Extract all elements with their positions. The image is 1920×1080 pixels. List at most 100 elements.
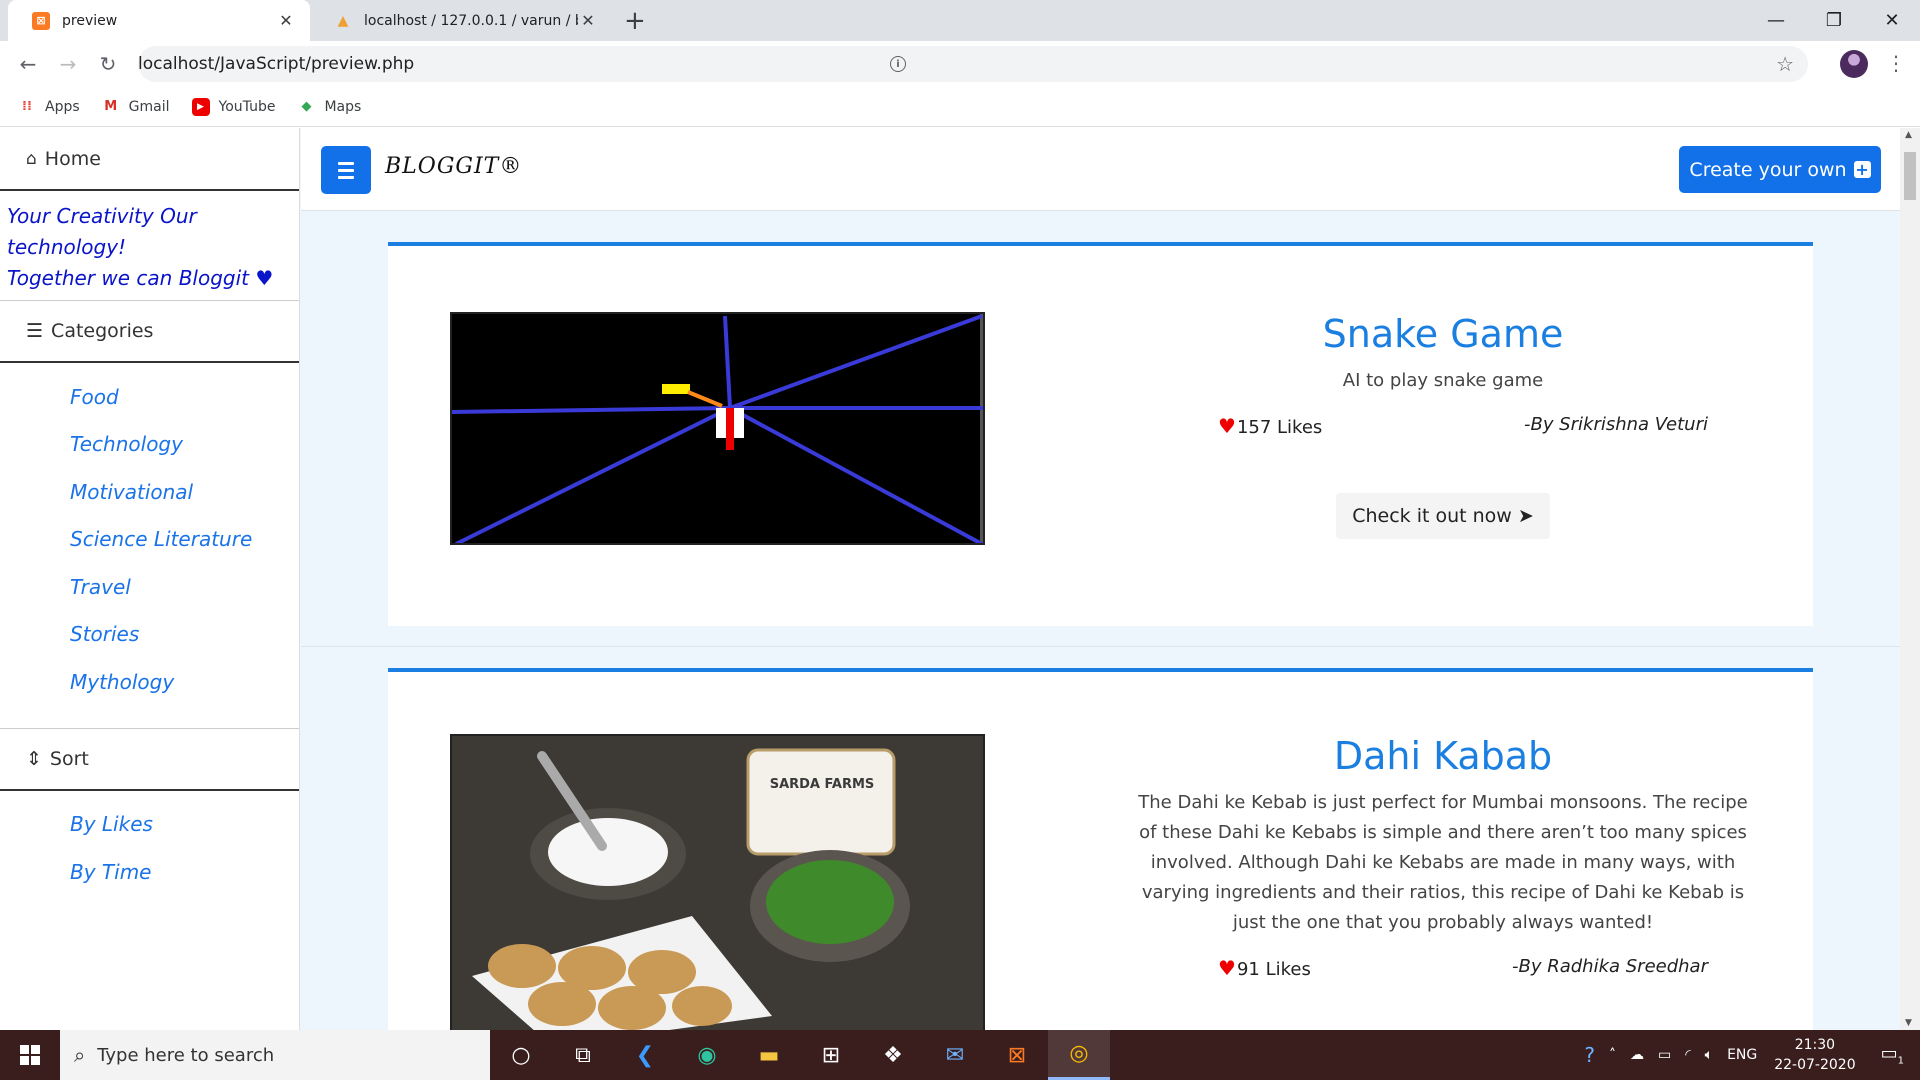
battery-icon[interactable]: ▭ (1658, 1047, 1671, 1063)
bookmark-apps[interactable]: ⁞⁞ Apps (18, 98, 80, 116)
snake-game-screenshot (452, 314, 983, 543)
mail-icon[interactable]: ✉ (924, 1030, 986, 1080)
browser-toolbar: ← → ↻ i localhost/JavaScript/preview.php… (0, 41, 1920, 87)
minimize-button[interactable]: — (1748, 0, 1804, 41)
tab-preview[interactable]: ⊠ preview ✕ (8, 0, 310, 41)
scroll-down-icon[interactable]: ▼ (1905, 1018, 1912, 1028)
xampp-icon[interactable]: ⊠ (986, 1030, 1048, 1080)
post-description: The Dahi ke Kebab is just perfect for Mu… (1138, 792, 1748, 933)
wifi-icon[interactable]: ◜ (1685, 1047, 1690, 1063)
youtube-icon: ▶ (191, 97, 210, 116)
category-science-literature[interactable]: Science Literature (70, 516, 299, 564)
notification-count: 1 (1897, 1055, 1904, 1067)
sidebar-categories-header[interactable]: ☰ Categories (0, 300, 299, 363)
hamburger-menu-button[interactable] (321, 146, 371, 194)
check-it-out-button[interactable]: Check it out now ➤ (1336, 493, 1550, 539)
sort-by-likes[interactable]: By Likes (70, 801, 299, 849)
volume-icon[interactable]: 🔈︎ (1705, 1047, 1713, 1063)
brand-logo[interactable]: BLOGGIT® (385, 154, 522, 179)
site-info-icon[interactable]: i (890, 56, 906, 72)
sort-by-time[interactable]: By Time (70, 848, 299, 896)
address-bar[interactable]: i localhost/JavaScript/preview.php ☆ (138, 46, 1808, 82)
create-your-own-button[interactable]: Create your own + (1679, 146, 1881, 193)
url-text[interactable]: localhost/JavaScript/preview.php (138, 54, 1776, 74)
clock-date: 22-07-2020 (1774, 1057, 1856, 1073)
bookmark-gmail[interactable]: M Gmail (102, 98, 170, 116)
clock-time: 21:30 (1794, 1037, 1836, 1053)
post-card: Snake Game AI to play snake game ♥157 Li… (388, 242, 1813, 626)
heart-icon: ♥ (1218, 414, 1236, 438)
list-icon: ☰ (26, 320, 44, 342)
bookmarks-bar: ⁞⁞ Apps M Gmail ▶ YouTube ◆ Maps (0, 87, 1920, 127)
edge-icon[interactable]: ◉ (676, 1030, 738, 1080)
task-view-icon[interactable]: ⧉ (552, 1030, 614, 1080)
sort-icon: ⇕ (26, 747, 42, 770)
category-travel[interactable]: Travel (70, 563, 299, 611)
heart-icon: ♥ (255, 266, 274, 290)
store-icon[interactable]: ⊞ (800, 1030, 862, 1080)
more-menu-icon[interactable]: ⋮ (1886, 51, 1906, 75)
post-author: -By Radhika Sreedhar (1511, 956, 1708, 977)
tab-title: localhost / 127.0.0.1 / varun / blo (364, 12, 578, 29)
close-tab-icon[interactable]: ✕ (276, 11, 296, 30)
maximize-button[interactable]: ❐ (1806, 0, 1862, 41)
page-scrollbar[interactable]: ▲ ▼ (1900, 128, 1920, 1030)
taskbar-search[interactable]: ⌕ Type here to search (60, 1030, 490, 1080)
file-explorer-icon[interactable]: ▬ (738, 1030, 800, 1080)
profile-avatar[interactable] (1840, 50, 1868, 78)
bookmark-maps[interactable]: ◆ Maps (297, 98, 361, 116)
post-description: AI to play snake game (1342, 370, 1544, 391)
close-window-button[interactable]: ✕ (1864, 0, 1920, 41)
chevron-up-icon[interactable]: ˄ (1609, 1047, 1616, 1063)
scroll-up-icon[interactable]: ▲ (1905, 130, 1912, 140)
heart-icon: ♥ (1218, 956, 1236, 980)
post-thumbnail-dahi-kabab[interactable]: SARDA FARMS (450, 734, 985, 1030)
scrollbar-thumb[interactable] (1904, 152, 1916, 200)
category-technology[interactable]: Technology (70, 421, 299, 469)
dropbox-icon[interactable]: ❖ (862, 1030, 924, 1080)
bookmark-label: Gmail (128, 98, 170, 115)
post-title[interactable]: Dahi Kabab (1128, 734, 1758, 778)
new-tab-button[interactable]: + (624, 6, 646, 36)
sort-list: By Likes By Time (0, 791, 299, 918)
clock[interactable]: 21:30 22-07-2020 (1774, 1035, 1855, 1075)
cortana-icon[interactable]: ○ (490, 1030, 552, 1080)
sidebar-sort-header[interactable]: ⇕ Sort (0, 727, 299, 791)
reload-icon[interactable]: ↻ (94, 50, 122, 78)
back-arrow-icon[interactable]: ← (14, 50, 42, 78)
tab-phpmyadmin[interactable]: ▲ localhost / 127.0.0.1 / varun / blo ✕ (310, 0, 612, 41)
category-motivational[interactable]: Motivational (70, 468, 299, 516)
onedrive-icon[interactable]: ☁ (1630, 1047, 1644, 1063)
bookmark-youtube[interactable]: ▶ YouTube (191, 97, 275, 116)
post-thumbnail-snake-game[interactable] (450, 312, 985, 545)
vscode-icon[interactable]: ❮ (614, 1030, 676, 1080)
language-indicator[interactable]: ENG (1727, 1047, 1757, 1063)
post-card: SARDA FARMS Dahi Kabab The Dahi ke Kebab… (388, 668, 1813, 1030)
category-stories[interactable]: Stories (70, 611, 299, 659)
tab-title: preview (62, 12, 118, 29)
categories-title: Categories (51, 320, 154, 342)
maps-icon: ◆ (301, 99, 312, 114)
xampp-favicon-icon: ⊠ (32, 11, 50, 30)
category-mythology[interactable]: Mythology (70, 658, 299, 706)
windows-taskbar: ⌕ Type here to search ○ ⧉ ❮ ◉ ▬ ⊞ ❖ ✉ ⊠ … (0, 1030, 1920, 1080)
sidebar-home[interactable]: ⌂ Home (0, 128, 299, 191)
sidebar: ⌂ Home Your Creativity Our technology! T… (0, 128, 300, 1030)
category-food[interactable]: Food (70, 373, 299, 421)
post-title[interactable]: Snake Game (1128, 312, 1758, 356)
forward-arrow-icon[interactable]: → (54, 50, 82, 78)
tagline: Your Creativity Our technology! Together… (0, 191, 299, 300)
notification-icon[interactable]: ▭1 (1881, 1043, 1904, 1067)
paper-plane-icon: ➤ (1517, 505, 1534, 527)
help-icon[interactable]: ? (1584, 1043, 1595, 1067)
post-likes[interactable]: ♥157 Likes (1218, 414, 1322, 438)
plus-square-icon: + (1853, 159, 1871, 179)
bookmark-star-icon[interactable]: ☆ (1776, 52, 1794, 76)
close-tab-icon[interactable]: ✕ (578, 11, 598, 30)
start-button[interactable] (0, 1030, 60, 1080)
phpmyadmin-favicon-icon: ▲ (337, 12, 349, 29)
post-info: Dahi Kabab The Dahi ke Kebab is just per… (1128, 734, 1758, 980)
dahi-kabab-photo: SARDA FARMS (452, 736, 983, 1030)
chrome-icon[interactable]: ◎ (1048, 1030, 1110, 1080)
post-likes[interactable]: ♥91 Likes (1218, 956, 1311, 980)
